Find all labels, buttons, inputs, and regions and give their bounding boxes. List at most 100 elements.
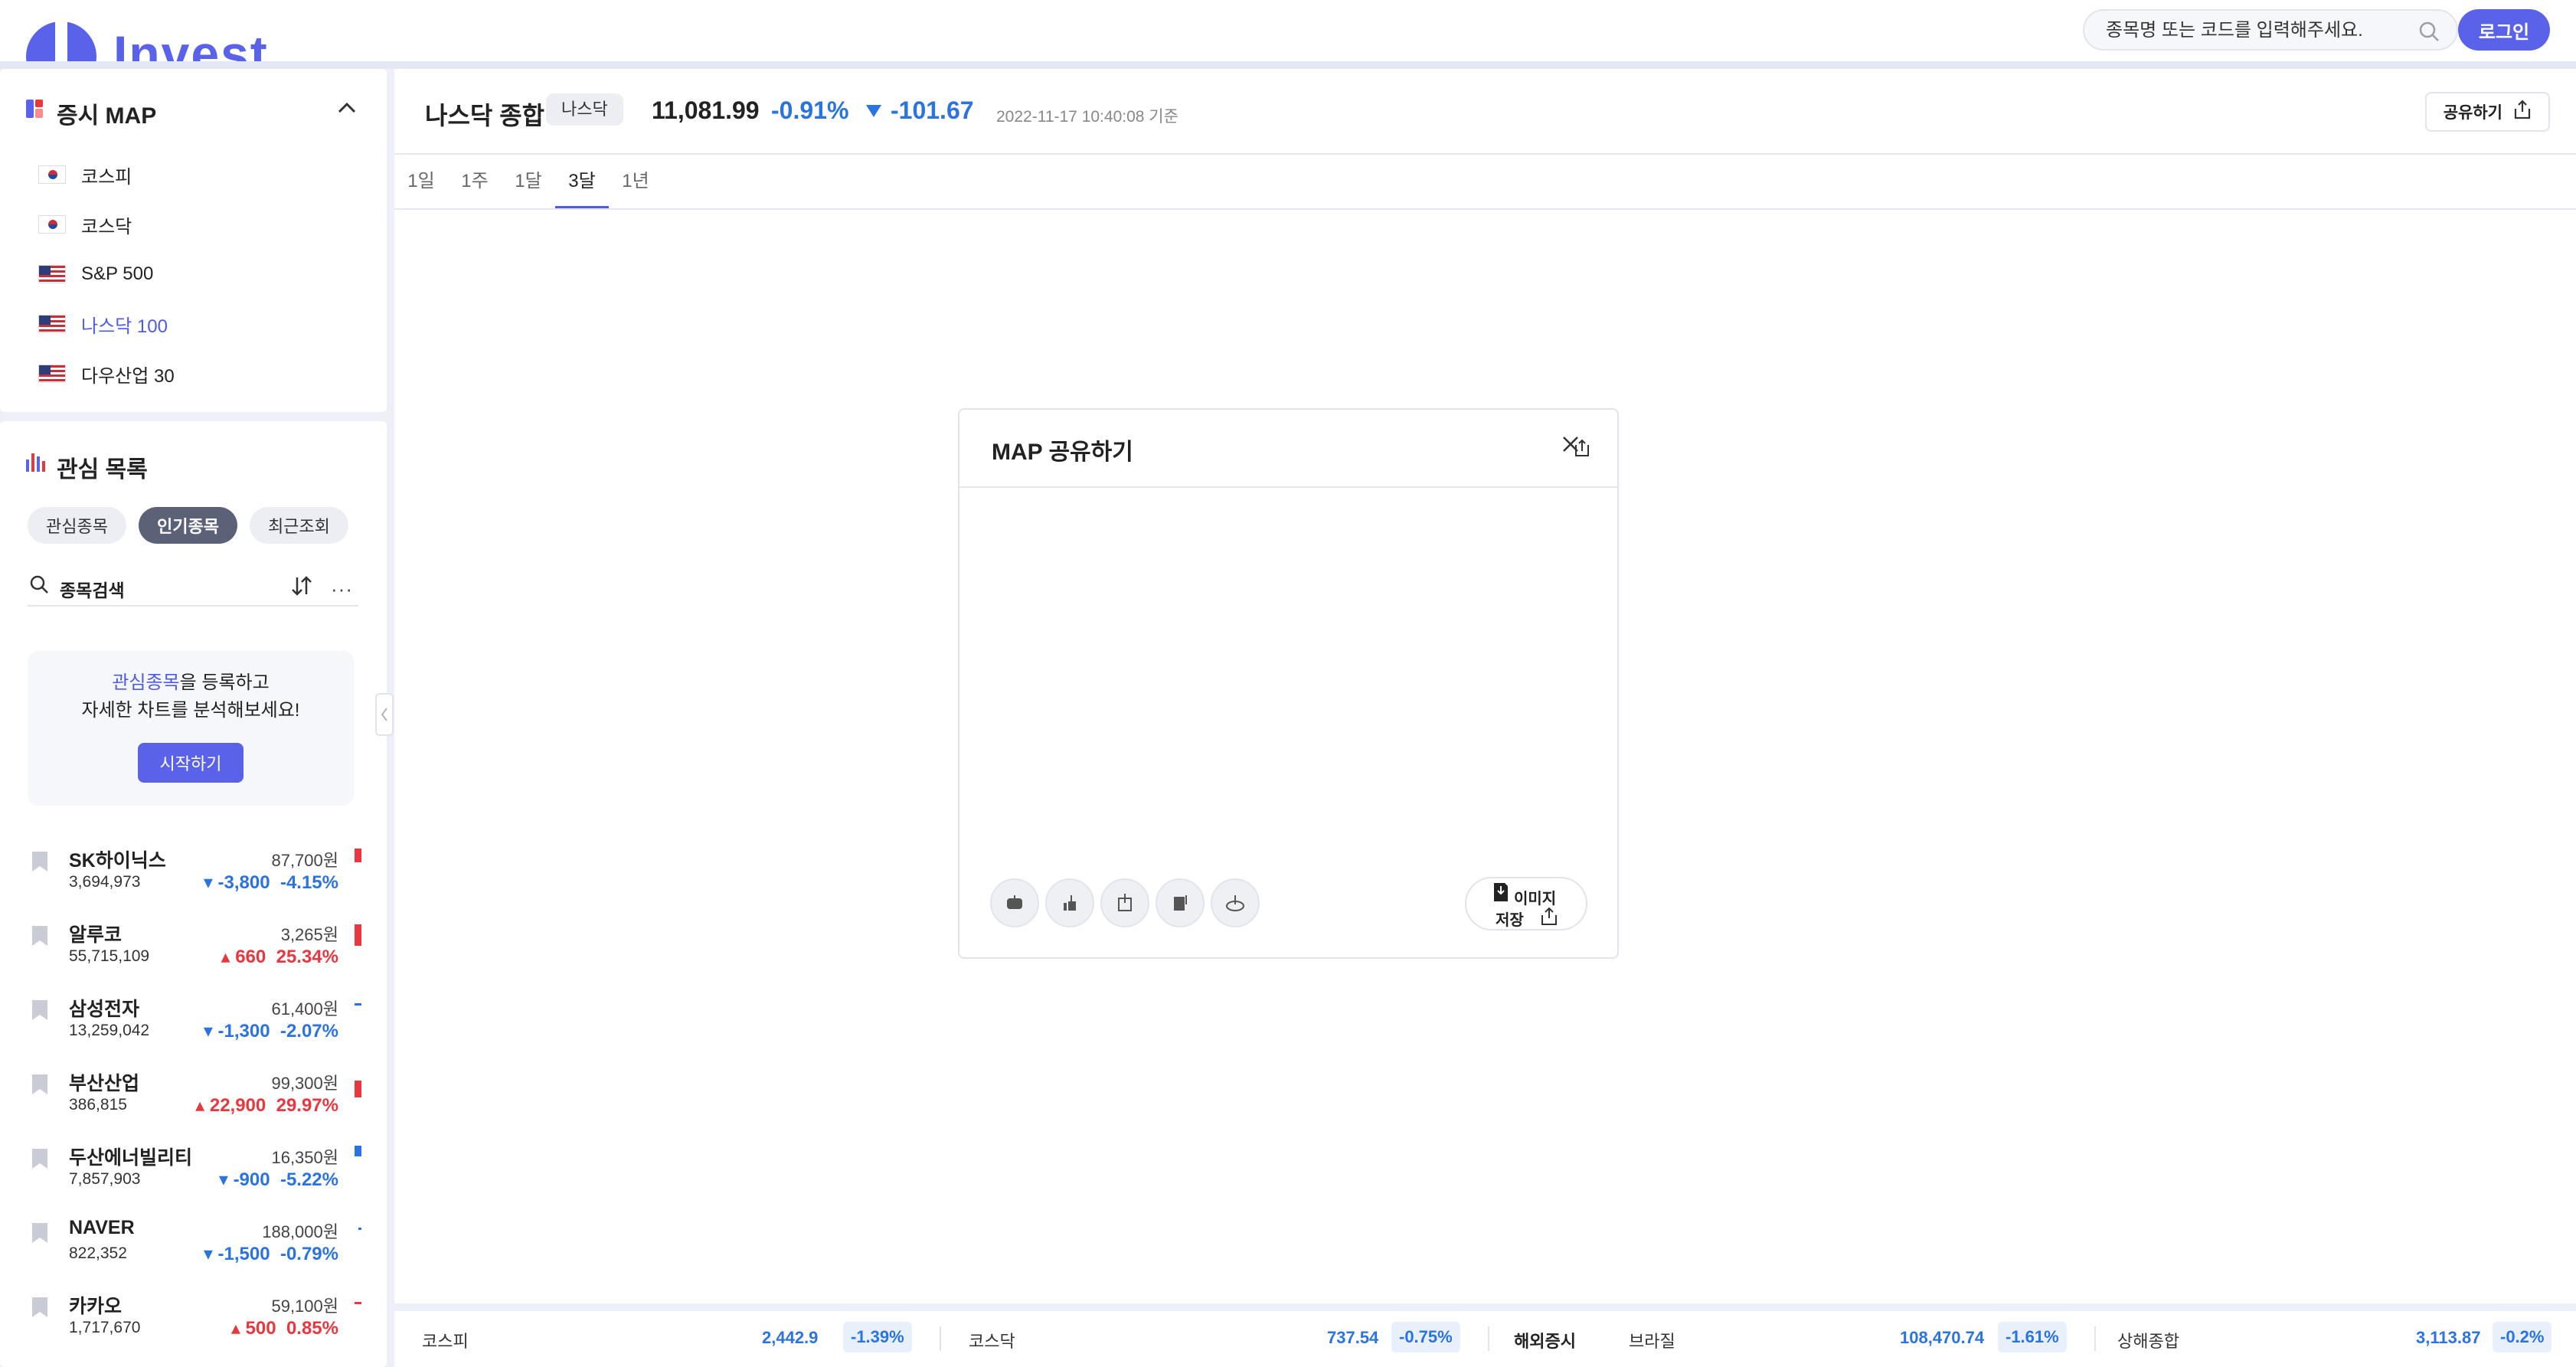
search-input[interactable]	[2106, 18, 2412, 43]
stock-change-pct: -4.15%	[280, 872, 338, 893]
stock-price: 61,400원	[271, 999, 338, 1019]
sort-icon[interactable]	[291, 576, 312, 600]
ticker-section-overseas[interactable]: 해외증시	[1514, 1328, 1576, 1352]
login-button[interactable]: 로그인	[2458, 9, 2550, 51]
global-search	[2083, 9, 2458, 51]
watchlist-panel: 관심 목록 관심종목 인기종목 최근조회 종목검색 ··· 관심종목을 등록하고…	[0, 421, 387, 1367]
ticker-label: 코스피	[422, 1332, 469, 1351]
band-icon[interactable]	[1156, 878, 1205, 927]
search-icon[interactable]	[2418, 21, 2440, 46]
stock-change: ▾ -3,800 -4.15%	[204, 872, 338, 894]
kr-flag-icon	[38, 215, 66, 234]
stock-name: NAVER	[69, 1217, 135, 1238]
tab-interest[interactable]: 관심종목	[28, 507, 126, 544]
chevron-up-icon[interactable]	[337, 101, 357, 119]
candle-icon	[355, 849, 361, 862]
tab-recent[interactable]: 최근조회	[249, 507, 348, 544]
tab-popular[interactable]: 인기종목	[138, 507, 237, 544]
stock-row[interactable]: SK하이닉스 3,694,973 87,700원 ▾ -3,800 -4.15%	[31, 844, 361, 905]
stock-change-value: -900	[233, 1169, 270, 1190]
stock-volume: 13,259,042	[69, 1022, 150, 1039]
link-icon[interactable]	[1211, 878, 1260, 927]
bookmark-icon[interactable]	[31, 1073, 49, 1100]
stock-change-pct: 29.97%	[276, 1095, 338, 1116]
map-icon	[26, 98, 44, 123]
share-icon	[1540, 907, 1558, 930]
sidebar-collapse-handle[interactable]	[375, 693, 394, 736]
stock-change-value: -1,300	[217, 1021, 270, 1042]
us-flag-icon	[38, 365, 66, 383]
bookmark-icon[interactable]	[31, 1221, 49, 1248]
market-map-panel: 증시 MAP 코스피 코스닥 S&P 500 나스닥 100 다우산업 30	[0, 69, 387, 412]
bookmark-icon[interactable]	[31, 924, 49, 951]
logo[interactable]: Invest	[26, 21, 286, 61]
tab-1y[interactable]: 1년	[609, 155, 662, 208]
period-tabs: 1일 1주 1달 3달 1년	[394, 155, 662, 208]
stock-row[interactable]: 두산에너빌리티 7,857,903 16,350원 ▾ -900 -5.22%	[31, 1141, 361, 1202]
market-item-dow30[interactable]: 다우산업 30	[38, 358, 360, 389]
stock-change-pct: -2.07%	[280, 1021, 338, 1042]
market-item-nasdaq100[interactable]: 나스닥 100	[38, 309, 360, 339]
watchlist-search-label: 종목검색	[60, 580, 125, 600]
stock-change: ▴ 500 0.85%	[231, 1317, 338, 1339]
close-icon[interactable]	[1561, 434, 1591, 463]
ticker-value: 108,470.74	[1900, 1328, 1985, 1347]
down-arrow-icon: ▾	[203, 1244, 218, 1264]
down-triangle-icon	[865, 96, 883, 125]
tab-1w[interactable]: 1주	[448, 155, 502, 208]
tab-1m[interactable]: 1달	[502, 155, 555, 208]
logo-mark-icon	[26, 21, 96, 61]
bookmark-icon[interactable]	[31, 850, 49, 877]
ticker-pct: -1.39%	[843, 1322, 912, 1352]
stock-change-value: 500	[245, 1318, 276, 1339]
share-button[interactable]: 공유하기	[2424, 92, 2550, 132]
sns-share-row	[990, 878, 1260, 927]
ticker-label: 상해종합	[2117, 1332, 2179, 1351]
ticker-label: 코스닥	[969, 1332, 1015, 1351]
index-change: -101.67	[865, 96, 974, 125]
kakaotalk-icon[interactable]	[990, 878, 1039, 927]
save-label-1: 이미지	[1514, 891, 1557, 908]
tab-1d[interactable]: 1일	[394, 155, 448, 208]
facebook-icon[interactable]	[1045, 878, 1094, 927]
twitter-icon[interactable]	[1100, 878, 1149, 927]
stock-price: 188,000원	[262, 1222, 338, 1241]
promo-highlight-link[interactable]: 관심종목	[112, 672, 179, 693]
more-options-icon[interactable]: ···	[331, 577, 353, 601]
start-button[interactable]: 시작하기	[138, 743, 244, 783]
save-image-button[interactable]: 이미지 저장	[1465, 877, 1587, 930]
header-divider	[0, 61, 2576, 69]
us-flag-icon	[38, 315, 66, 333]
market-item-kosdaq[interactable]: 코스닥	[38, 209, 360, 240]
ticker-value: 3,113.87	[2416, 1328, 2481, 1347]
logo-text: Invest	[113, 25, 269, 61]
watchlist-tabs: 관심종목 인기종목 최근조회	[28, 507, 348, 544]
stock-row[interactable]: 삼성전자 13,259,042 61,400원 ▾ -1,300 -2.07%	[31, 993, 361, 1054]
market-item-sp500[interactable]: S&P 500	[38, 259, 360, 289]
watchlist-search[interactable]: 종목검색 ···	[28, 568, 358, 607]
stock-volume: 1,717,670	[69, 1319, 141, 1336]
stock-row[interactable]: NAVER 822,352 188,000원 ▾ -1,500 -0.79%	[31, 1215, 361, 1277]
bookmark-icon[interactable]	[31, 999, 49, 1025]
stock-name: SK하이닉스	[69, 850, 166, 872]
stock-row[interactable]: 부산산업 386,815 99,300원 ▴ 22,900 29.97%	[31, 1067, 361, 1128]
stock-name: 삼성전자	[69, 999, 140, 1020]
down-arrow-icon: ▾	[218, 1169, 234, 1190]
bookmark-icon[interactable]	[31, 1147, 49, 1174]
stock-volume: 55,715,109	[69, 947, 150, 965]
ticker-separator	[1488, 1326, 1489, 1351]
market-item-kospi[interactable]: 코스피	[38, 159, 360, 190]
stock-row[interactable]: 카카오 1,717,670 59,100원 ▴ 500 0.85%	[31, 1290, 361, 1351]
stock-change-value: 660	[235, 947, 266, 967]
market-badge: 나스닥	[546, 93, 623, 126]
stock-price: 16,350원	[271, 1148, 338, 1167]
ticker-pct: -0.75%	[1391, 1322, 1460, 1352]
stock-row[interactable]: 알루코 55,715,109 3,265원 ▴ 660 25.34%	[31, 918, 361, 979]
stock-change-pct: -0.79%	[280, 1244, 338, 1264]
ticker-label: 브라질	[1629, 1332, 1675, 1351]
tab-3m[interactable]: 3달	[555, 155, 609, 208]
stock-change-pct: 0.85%	[286, 1318, 338, 1339]
stock-change-pct: 25.34%	[276, 947, 338, 967]
market-map-title: 증시 MAP	[57, 103, 157, 129]
bookmark-icon[interactable]	[31, 1296, 49, 1323]
